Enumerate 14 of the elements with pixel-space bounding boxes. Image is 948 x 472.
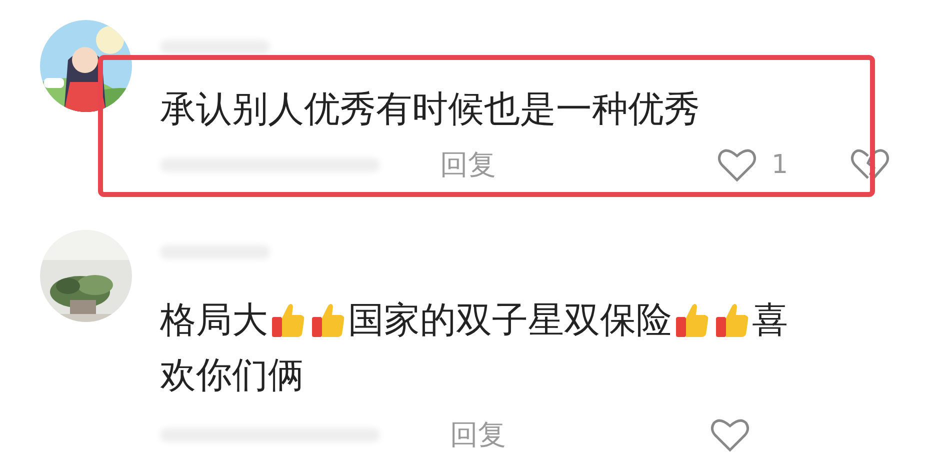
reply-button[interactable]: 回复 [450, 416, 506, 454]
comment-text: 承认别人优秀有时候也是一种优秀 [160, 89, 700, 130]
comment-text: 格局大 [160, 300, 268, 341]
comment-text: 欢你们俩 [160, 355, 304, 396]
thumbs-up-icon [675, 302, 709, 338]
reply-button[interactable]: 回复 [440, 146, 496, 184]
comment-text: 国家的双子星双保险 [348, 300, 672, 341]
thumbs-up-icon [715, 302, 749, 338]
comment-text: 喜 [752, 300, 788, 341]
thumbs-up-icon [271, 302, 305, 338]
heart-icon[interactable] [717, 147, 758, 183]
thumbs-up-icon [311, 302, 345, 338]
heart-icon[interactable] [710, 417, 750, 453]
like-count: 1 [771, 150, 788, 180]
